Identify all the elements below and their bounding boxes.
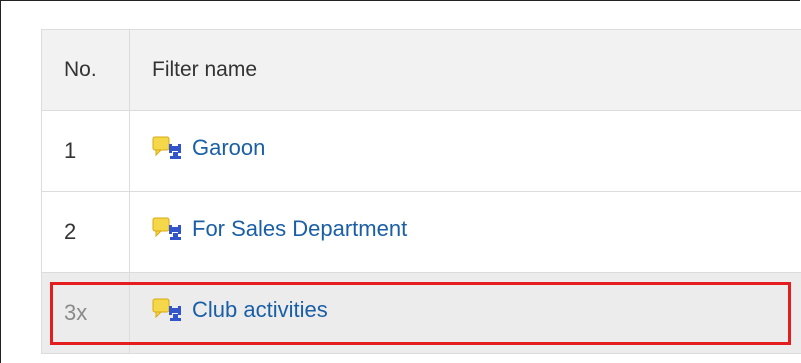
- row-number: 2: [41, 191, 130, 273]
- row-number: 3x: [41, 272, 130, 354]
- table-header-row: No. Filter name: [41, 29, 801, 111]
- column-header-no[interactable]: No.: [41, 29, 130, 111]
- filter-link[interactable]: For Sales Department: [152, 216, 407, 242]
- column-header-filter-name[interactable]: Filter name: [129, 29, 801, 111]
- filter-table: No. Filter name 1 Garoon 2 For Sales Dep…: [41, 29, 801, 354]
- filter-name-cell: Club activities: [129, 272, 801, 354]
- filter-link[interactable]: Garoon: [152, 135, 265, 161]
- filter-link-label: Garoon: [192, 135, 266, 160]
- table-row[interactable]: 1 Garoon: [41, 110, 801, 192]
- table-row[interactable]: 2 For Sales Department: [41, 191, 801, 273]
- filter-rule-icon: [152, 298, 181, 321]
- filter-name-cell: For Sales Department: [129, 191, 801, 273]
- filter-rule-icon: [152, 217, 181, 240]
- filter-link-label: For Sales Department: [192, 216, 408, 241]
- filter-link-label: Club activities: [192, 297, 328, 322]
- filter-rule-icon: [152, 136, 181, 159]
- filter-link[interactable]: Club activities: [152, 297, 328, 323]
- table-row-selected[interactable]: 3x Club activities: [41, 272, 801, 354]
- row-number: 1: [41, 110, 130, 192]
- filter-name-cell: Garoon: [129, 110, 801, 192]
